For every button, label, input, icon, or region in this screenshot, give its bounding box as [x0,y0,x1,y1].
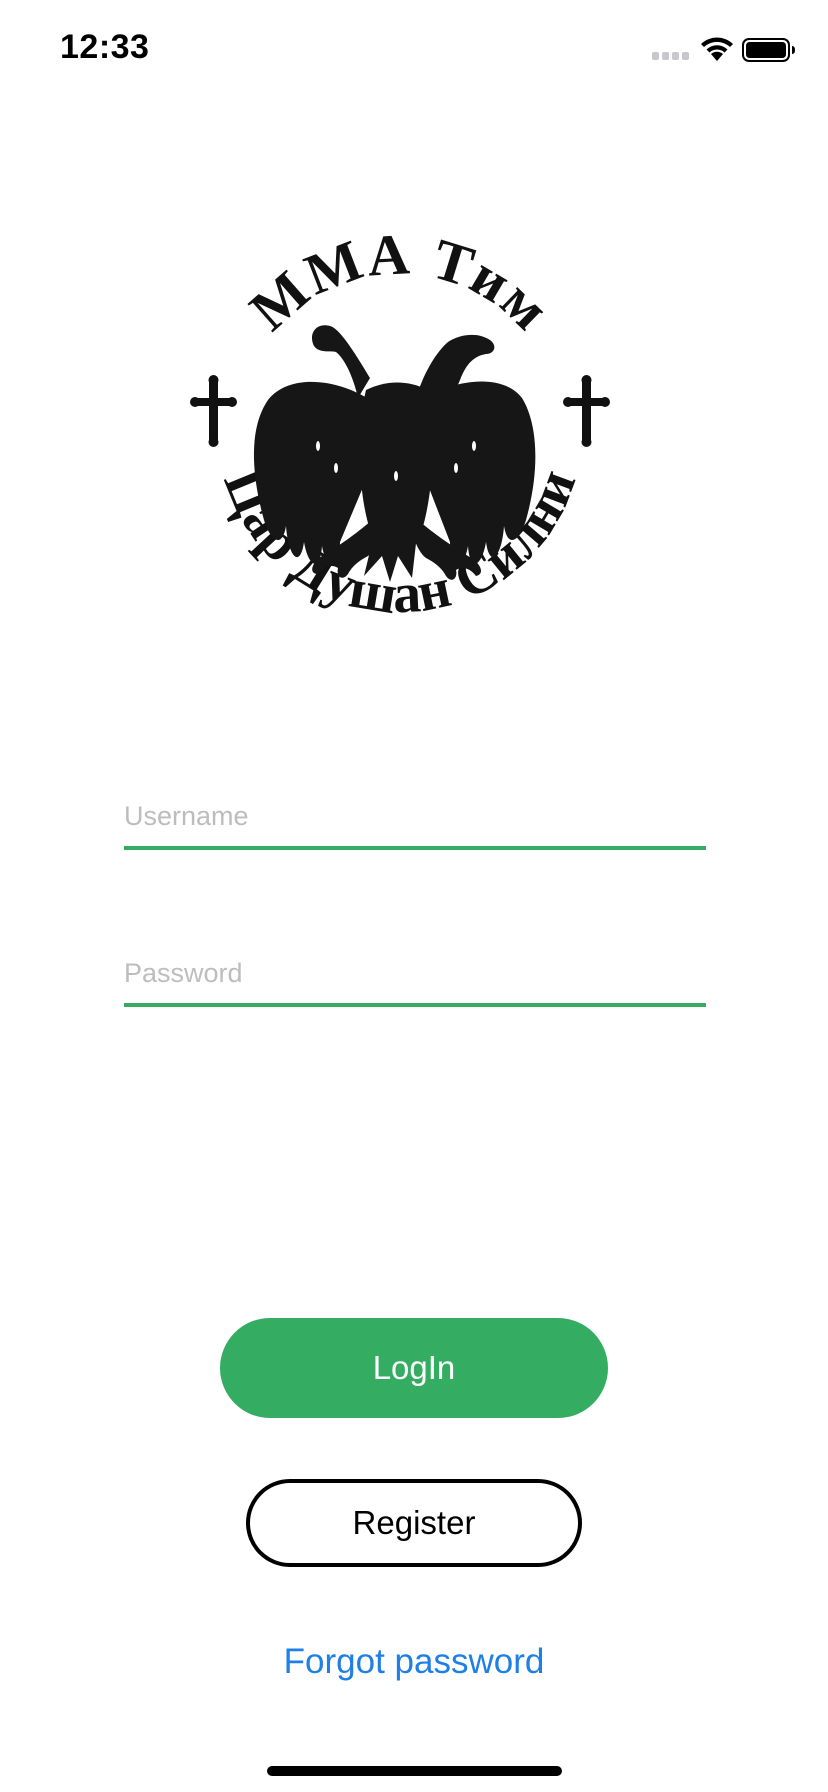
home-indicator[interactable] [267,1766,562,1776]
username-field-container [124,776,706,850]
login-button[interactable]: LogIn [220,1318,608,1418]
battery-icon [742,38,795,62]
status-bar: 12:33 [0,0,828,100]
username-input[interactable] [124,801,706,832]
register-button[interactable]: Register [246,1479,582,1567]
left-cross-icon [190,375,237,447]
right-cross-icon [563,375,610,447]
cellular-signal-icon [652,52,692,62]
forgot-password-link[interactable]: Forgot password [0,1642,828,1682]
double-headed-eagle-icon [253,325,536,582]
logo-top-text: ММА Тим [237,230,563,343]
password-input[interactable] [124,958,706,989]
status-time: 12:33 [60,28,150,66]
team-logo: ММА Тим Цар Душан Силни [190,230,610,626]
wifi-icon [701,37,733,61]
password-field-container [124,933,706,1007]
